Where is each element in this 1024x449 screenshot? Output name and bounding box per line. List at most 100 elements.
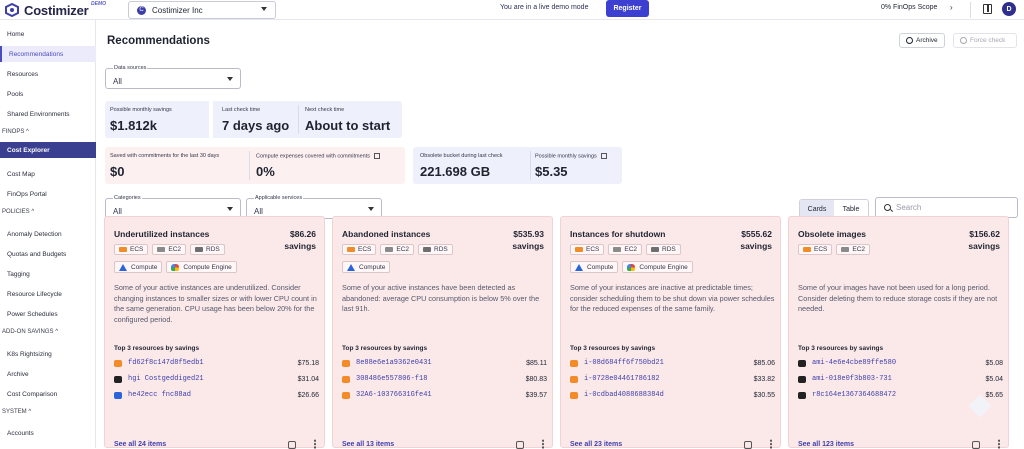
applicable-services-value: All <box>254 207 263 216</box>
organization-select[interactable]: C Costimizer Inc <box>128 1 276 19</box>
chevron-down-icon <box>227 77 233 81</box>
avatar[interactable]: D <box>1002 2 1016 16</box>
resource-link[interactable]: r8c164e1367364688472 <box>812 391 896 399</box>
chip-label: EC2 <box>852 246 866 253</box>
force-check-button[interactable]: Force check <box>953 33 1017 48</box>
resource-link[interactable]: ami-018e0f3b803-731 <box>812 375 892 383</box>
resource-type-icon <box>342 375 350 383</box>
see-all-link[interactable]: See all 123 items <box>798 441 854 448</box>
service-label: Compute Engine <box>183 263 232 271</box>
chip-label: RDS <box>434 246 448 253</box>
recommendation-card[interactable]: Underutilized instances $86.26 savings ECS E… <box>104 216 325 449</box>
logo-icon <box>5 3 19 17</box>
data-source-chip: ECS <box>570 244 605 255</box>
service-chip: Compute <box>114 261 163 273</box>
resource-row[interactable]: i-0cdbad4088688384d $30.55 <box>570 389 775 401</box>
data-source-chips: ECS EC2 <box>798 244 871 255</box>
sidebar-item[interactable]: Home <box>0 26 96 42</box>
resource-link[interactable]: hgi Costgeddiged21 <box>128 375 204 383</box>
resource-row[interactable]: ami-018e0f3b803-731 $5.04 <box>798 373 1003 385</box>
top-bar: Costimizer DEMO C Costimizer Inc You are… <box>0 0 1024 20</box>
sidebar-item[interactable]: Accounts <box>0 425 96 441</box>
sidebar-item[interactable]: FinOps Portal <box>0 186 96 202</box>
resource-row[interactable]: fd62f8c147d8f5edb1 $75.18 <box>114 357 319 369</box>
see-all-link[interactable]: See all 24 items <box>114 441 166 448</box>
data-sources-select[interactable]: Data sources All <box>105 65 241 89</box>
gap <box>209 101 213 138</box>
resource-row[interactable]: he42ecc fnc88ad $26.66 <box>114 389 319 401</box>
chip-label: ECS <box>358 246 372 253</box>
resource-row[interactable]: 32A6-10376631Gfe41 $39.57 <box>342 389 547 401</box>
resource-link[interactable]: 308486e557806-f18 <box>356 375 427 383</box>
ec2-icon <box>157 247 166 252</box>
sidebar-item[interactable]: Pools <box>0 86 96 102</box>
search-input[interactable]: Search <box>875 197 1018 218</box>
resource-savings: $5.65 <box>985 391 1003 399</box>
stat-value: $0 <box>110 164 125 179</box>
sidebar-item[interactable]: Archive <box>0 366 96 382</box>
sidebar-item[interactable]: Cost Explorer <box>0 142 96 158</box>
resource-link[interactable]: 8e88e6e1a9362e0431 <box>356 359 432 367</box>
data-source-chip: ECS <box>114 244 149 255</box>
aws-icon <box>347 263 355 271</box>
resource-link[interactable]: fd62f8c147d8f5edb1 <box>128 359 204 367</box>
recommendation-card[interactable]: Abandoned instances $535.93 savings ECS EC2 R… <box>332 216 553 449</box>
stat-commit-saved: Saved with commitments for the last 30 d… <box>105 147 247 184</box>
resource-row[interactable]: i-08d684ff6f750bd21 $85.06 <box>570 357 775 369</box>
resource-link[interactable]: ami-4e6e4cbe89ffe580 <box>812 359 896 367</box>
chevron-down-icon <box>227 207 233 211</box>
sidebar-item[interactable]: Quotas and Budgets <box>0 246 96 262</box>
resource-link[interactable]: i-08d684ff6f750bd21 <box>584 359 664 367</box>
sidebar-item[interactable]: Cost Map <box>0 166 96 182</box>
resource-row[interactable]: i-0728e04461786182 $33.82 <box>570 373 775 385</box>
service-chip: Compute <box>570 261 619 273</box>
external-link-icon <box>600 153 607 159</box>
sidebar-item[interactable]: K8s Rightsizing <box>0 346 96 362</box>
data-sources-value: All <box>113 77 122 86</box>
see-all-link[interactable]: See all 13 items <box>342 441 394 448</box>
external-link-icon <box>374 153 381 159</box>
chip-label: EC2 <box>168 246 182 253</box>
logo[interactable]: Costimizer DEMO <box>4 1 106 18</box>
resource-savings: $5.04 <box>985 375 1003 383</box>
ec2-icon <box>613 247 622 252</box>
resource-row[interactable]: hgi Costgeddiged21 $31.04 <box>114 373 319 385</box>
sidebar-item[interactable]: Anomaly Detection <box>0 226 96 242</box>
resource-type-icon <box>570 391 578 399</box>
archive-button[interactable]: Archive <box>899 33 945 48</box>
finops-scope-label[interactable]: 0% FinOps Scope <box>881 4 937 11</box>
sidebar-item[interactable]: Tagging <box>0 266 96 282</box>
resource-row[interactable]: 308486e557806-f18 $80.83 <box>342 373 547 385</box>
resource-row[interactable]: r8c164e1367364688472 $5.65 <box>798 389 1003 401</box>
gcp-icon <box>627 263 636 271</box>
card-savings-suffix: savings <box>512 241 544 251</box>
sidebar-item[interactable]: Resources <box>0 66 96 82</box>
stat-bucket-savings[interactable]: Possible monthly savings $5.35 <box>530 147 622 184</box>
resource-link[interactable]: he42ecc fnc88ad <box>128 391 191 399</box>
register-button[interactable]: Register <box>606 0 649 17</box>
categories-value: All <box>113 207 122 216</box>
card-savings: $86.26 savings <box>284 228 316 252</box>
stat-commit-coverage[interactable]: Compute expenses covered with commitment… <box>251 147 403 184</box>
see-all-link[interactable]: See all 23 items <box>570 441 622 448</box>
resource-link[interactable]: i-0cdbad4088688384d <box>584 391 664 399</box>
resource-link[interactable]: 32A6-10376631Gfe41 <box>356 391 432 399</box>
data-source-chips: ECS EC2 RDS <box>114 244 225 255</box>
divider <box>249 151 250 180</box>
sidebar-item[interactable]: Recommendations <box>0 46 96 62</box>
card-savings-suffix: savings <box>968 241 1000 251</box>
recommendation-card[interactable]: Instances for shutdown $555.62 savings ECS E… <box>560 216 781 449</box>
resource-row[interactable]: 8e88e6e1a9362e0431 $85.11 <box>342 357 547 369</box>
chevron-right-icon[interactable]: › <box>950 3 953 12</box>
stat-obsolete-bucket: Obsolete bucket during last check 221.69… <box>415 147 531 184</box>
sidebar-item[interactable]: Cost Comparison <box>0 386 96 402</box>
sidebar-item[interactable]: Shared Environments <box>0 106 96 122</box>
service-chip: Compute Engine <box>622 261 693 273</box>
documentation-icon[interactable] <box>983 4 992 14</box>
sidebar-item[interactable]: Power Schedules <box>0 306 96 322</box>
sidebar-item[interactable]: Resource Lifecycle <box>0 286 96 302</box>
service-label: Compute <box>587 263 614 271</box>
resource-row[interactable]: ami-4e6e4cbe89ffe580 $5.08 <box>798 357 1003 369</box>
resource-link[interactable]: i-0728e04461786182 <box>584 375 660 383</box>
rds-icon <box>195 247 204 252</box>
